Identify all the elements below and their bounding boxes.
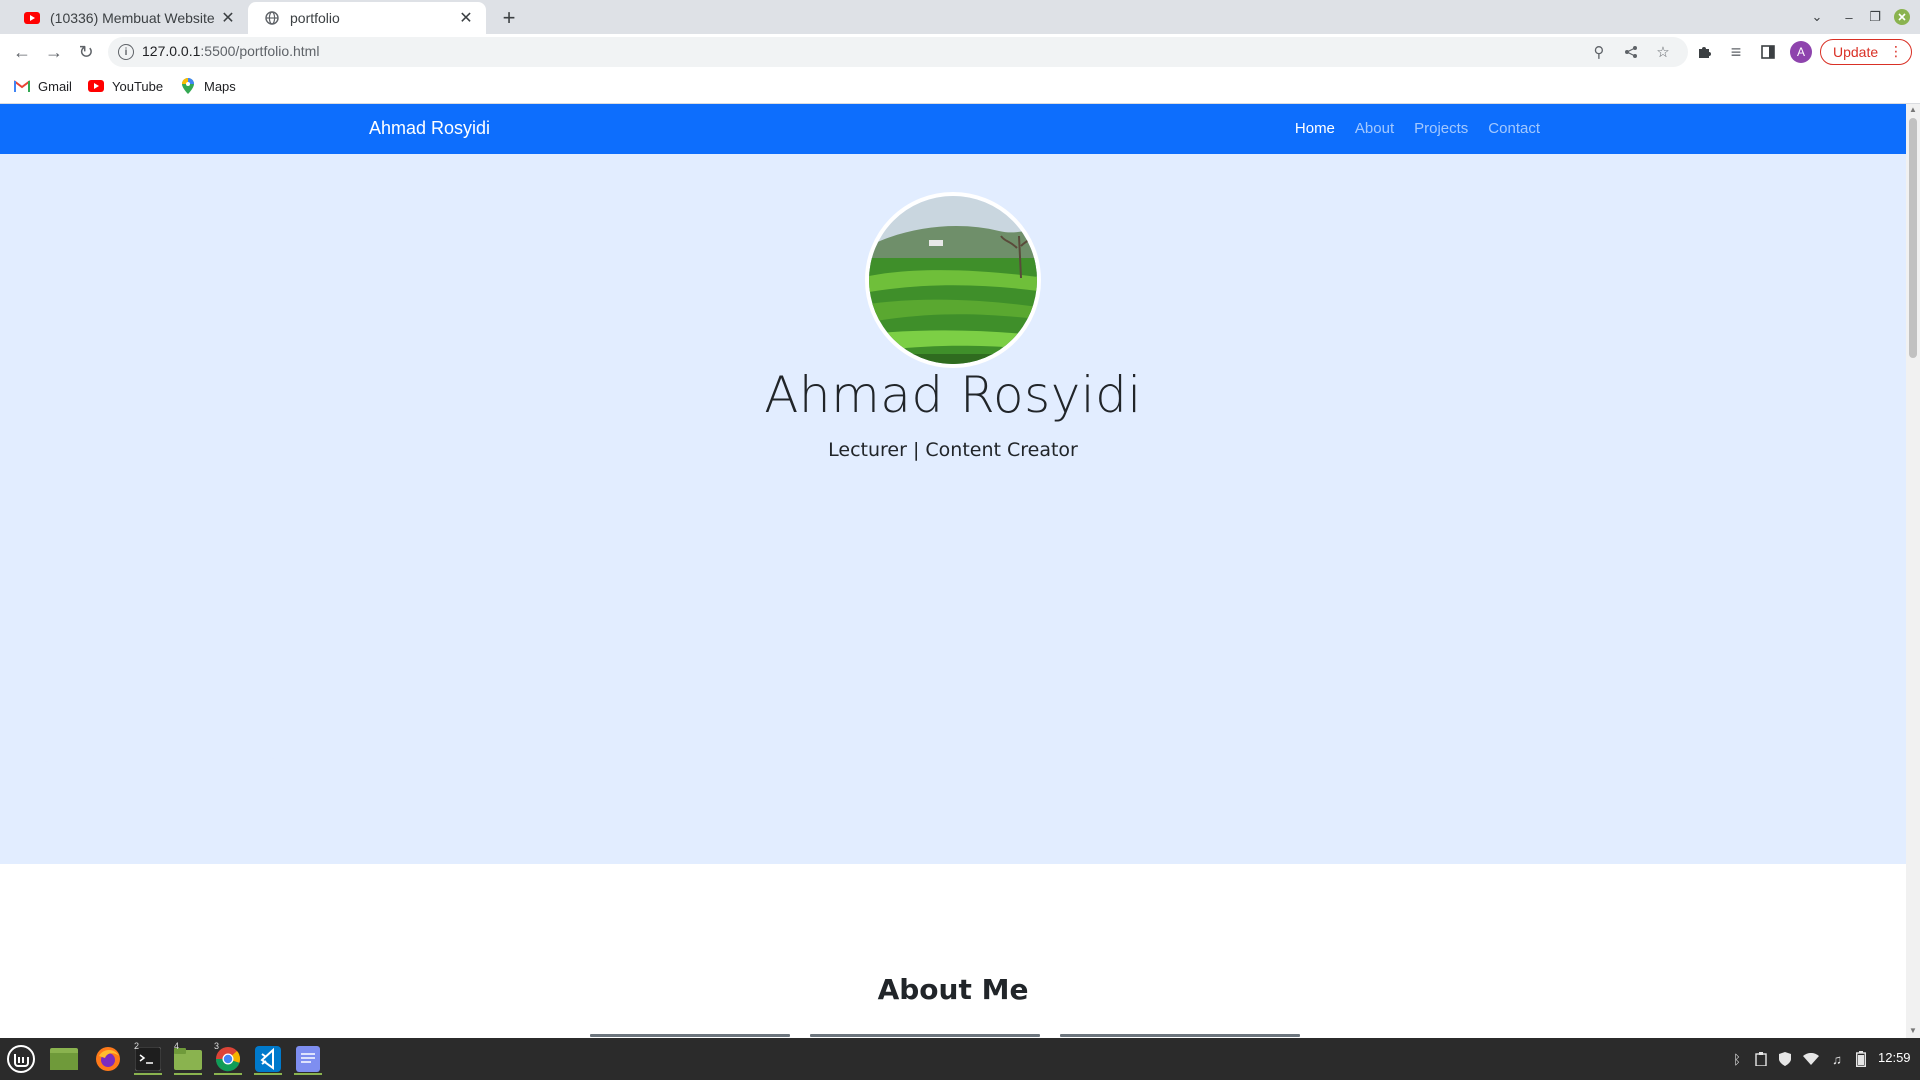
youtube-icon — [88, 78, 104, 94]
browser-toolbar: ← → ↻ i 127.0.0.1:5500/portfolio.html ⚲ … — [0, 34, 1920, 70]
close-tab-icon[interactable]: ✕ — [218, 8, 238, 28]
share-icon[interactable] — [1620, 41, 1642, 63]
profile-photo — [865, 192, 1041, 368]
forward-icon[interactable]: → — [40, 38, 68, 66]
extensions-icon[interactable] — [1690, 38, 1718, 66]
volume-icon[interactable]: ♫ — [1828, 1050, 1846, 1068]
close-window-icon[interactable] — [1892, 6, 1912, 28]
nav-home[interactable]: Home — [1295, 120, 1335, 137]
update-button[interactable]: Update ⋮ — [1820, 39, 1912, 65]
os-taskbar: 2 4 3 ᛒ ♫ 12:59 — [0, 1038, 1920, 1080]
tab-title: portfolio — [290, 10, 340, 26]
show-desktop-icon[interactable] — [48, 1043, 80, 1075]
firefox-icon[interactable] — [92, 1043, 124, 1075]
text-fragment — [810, 1034, 1040, 1037]
bluetooth-icon[interactable]: ᛒ — [1728, 1050, 1746, 1068]
hero-name: Ahmad Rosyidi — [764, 366, 1142, 424]
site-navbar: Ahmad Rosyidi Home About Projects Contac… — [0, 104, 1906, 154]
chrome-icon[interactable]: 3 — [212, 1041, 244, 1075]
nav-links: Home About Projects Contact — [1295, 120, 1540, 137]
url-text[interactable]: 127.0.0.1:5500/portfolio.html — [142, 43, 319, 59]
clipboard-icon[interactable] — [1752, 1050, 1770, 1068]
gmail-icon — [14, 78, 30, 94]
close-tab-icon[interactable]: ✕ — [456, 8, 476, 28]
about-heading: About Me — [877, 973, 1029, 1006]
scroll-up-icon[interactable]: ▲ — [1909, 105, 1917, 114]
wifi-icon[interactable] — [1802, 1050, 1820, 1068]
nav-projects[interactable]: Projects — [1414, 120, 1468, 137]
scroll-down-icon[interactable]: ▼ — [1909, 1026, 1917, 1035]
nav-contact[interactable]: Contact — [1488, 120, 1540, 137]
new-tab-button[interactable]: + — [496, 5, 522, 31]
bookmarks-bar: Gmail YouTube Maps — [0, 70, 1920, 104]
bookmark-youtube[interactable]: YouTube — [88, 78, 163, 94]
scrollbar-thumb[interactable] — [1909, 118, 1917, 358]
side-panel-icon[interactable] — [1754, 38, 1782, 66]
tab-title: (10336) Membuat Website Po — [50, 10, 218, 26]
text-editor-icon[interactable] — [292, 1043, 324, 1075]
page-scrollbar[interactable]: ▲ ▼ — [1906, 104, 1920, 1038]
hero-tagline: Lecturer | Content Creator — [828, 439, 1078, 461]
tab-strip: (10336) Membuat Website Po ✕ portfolio ✕… — [0, 0, 1920, 34]
mint-menu-icon[interactable] — [5, 1043, 37, 1075]
profile-avatar[interactable]: A — [1790, 41, 1812, 63]
zoom-icon[interactable]: ⚲ — [1588, 41, 1610, 63]
text-fragment — [590, 1034, 790, 1037]
bookmark-maps[interactable]: Maps — [180, 78, 236, 94]
tab-youtube[interactable]: (10336) Membuat Website Po ✕ — [8, 2, 248, 34]
reload-icon[interactable]: ↻ — [72, 38, 100, 66]
page-viewport: Ahmad Rosyidi Home About Projects Contac… — [0, 104, 1906, 1038]
battery-icon[interactable] — [1852, 1050, 1870, 1068]
minimize-icon[interactable]: – — [1838, 6, 1860, 28]
files-icon[interactable]: 4 — [172, 1041, 204, 1075]
bookmark-gmail[interactable]: Gmail — [14, 78, 72, 94]
text-fragment — [1060, 1034, 1300, 1037]
nav-about[interactable]: About — [1355, 120, 1394, 137]
address-bar[interactable]: i 127.0.0.1:5500/portfolio.html ⚲ ☆ — [108, 37, 1688, 67]
maps-icon — [180, 78, 196, 94]
shield-icon[interactable] — [1776, 1050, 1794, 1068]
site-info-icon[interactable]: i — [118, 44, 134, 60]
menu-dots-icon: ⋮ — [1889, 43, 1903, 59]
youtube-icon — [24, 10, 40, 26]
bookmark-star-icon[interactable]: ☆ — [1652, 41, 1674, 63]
vscode-icon[interactable] — [252, 1043, 284, 1075]
tab-portfolio[interactable]: portfolio ✕ — [248, 2, 486, 34]
globe-icon — [264, 10, 280, 26]
restore-icon[interactable]: ❐ — [1864, 6, 1886, 28]
media-control-icon[interactable]: ≡ — [1722, 38, 1750, 66]
site-brand[interactable]: Ahmad Rosyidi — [369, 118, 490, 139]
back-icon[interactable]: ← — [8, 38, 36, 66]
terminal-icon[interactable]: 2 — [132, 1041, 164, 1075]
tab-search-icon[interactable]: ⌄ — [1806, 6, 1828, 28]
system-clock[interactable]: 12:59 — [1878, 1050, 1911, 1065]
